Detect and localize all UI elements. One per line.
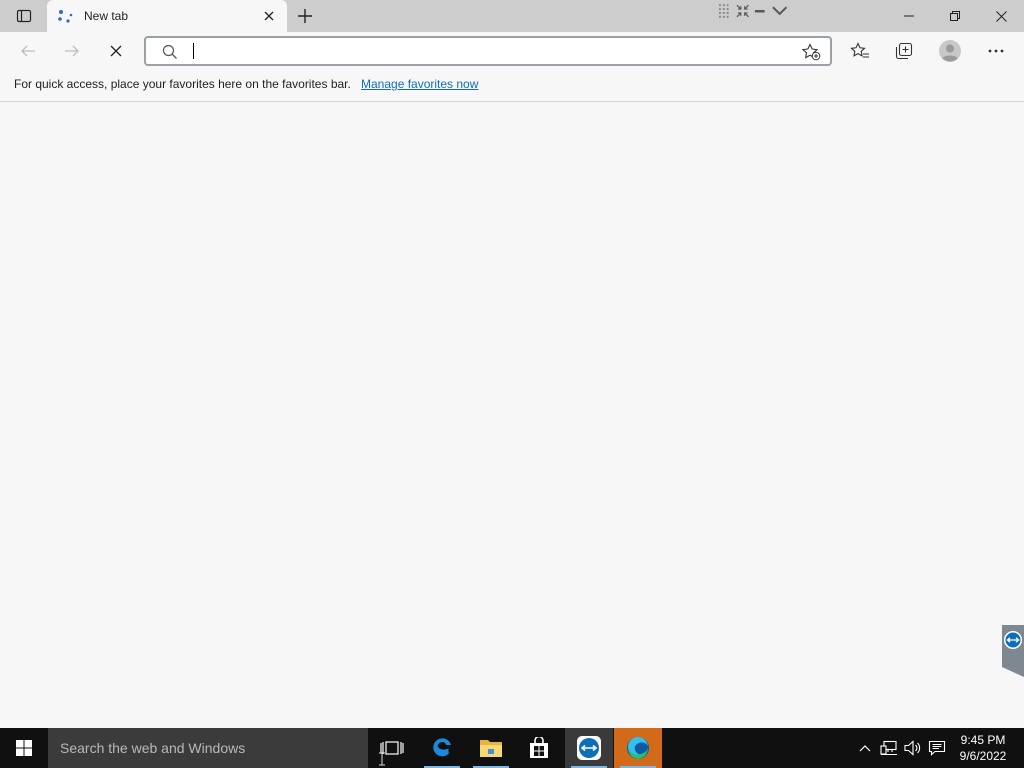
profile-button[interactable] — [934, 36, 966, 66]
manage-favorites-link[interactable]: Manage favorites now — [361, 77, 478, 91]
windows-taskbar: Search the web and Windows 9:45 PM 9/6/2… — [0, 728, 1024, 768]
text-caret — [193, 43, 194, 59]
collections-icon — [895, 42, 913, 60]
tab-new-tab[interactable]: New tab — [47, 0, 287, 32]
forward-button[interactable] — [56, 36, 88, 66]
page-content — [0, 103, 1024, 728]
new-tab-button[interactable] — [294, 5, 316, 27]
close-tab-button[interactable] — [261, 8, 277, 24]
teamviewer-icon — [1002, 625, 1024, 677]
collections-button[interactable] — [888, 36, 920, 66]
task-view-button[interactable] — [368, 728, 416, 768]
volume-tray-button[interactable] — [901, 728, 925, 768]
close-icon — [995, 10, 1007, 22]
taskbar-app-edge[interactable] — [614, 728, 662, 768]
show-hidden-icons-button[interactable] — [854, 728, 876, 768]
clock-time: 9:45 PM — [960, 733, 1006, 747]
folder-icon — [480, 740, 502, 757]
notification-icon — [928, 740, 946, 756]
taskbar-app-edge-legacy[interactable] — [418, 728, 466, 768]
restore-icon — [950, 11, 960, 21]
tab-actions-icon — [16, 9, 32, 23]
stop-loading-button[interactable] — [100, 36, 132, 66]
back-button[interactable] — [12, 36, 44, 66]
task-view-icon — [380, 741, 404, 755]
favorites-bar-message: For quick access, place your favorites h… — [14, 77, 351, 91]
chevron-up-icon — [859, 745, 871, 752]
restore-window-button[interactable] — [932, 0, 978, 32]
search-icon — [162, 44, 177, 59]
add-to-favorites-button[interactable] — [800, 42, 822, 62]
speaker-icon — [904, 740, 921, 756]
shrink-icon[interactable] — [736, 4, 750, 18]
favorites-bar: For quick access, place your favorites h… — [0, 70, 1024, 102]
taskbar-search-box[interactable]: Search the web and Windows — [48, 728, 385, 768]
arrow-left-icon — [21, 45, 35, 57]
more-horizontal-icon — [988, 49, 1004, 53]
teamviewer-session-controls[interactable] — [718, 2, 788, 20]
tab-title: New tab — [84, 9, 129, 23]
avatar-icon — [939, 40, 961, 62]
clock-date: 9/6/2022 — [959, 749, 1007, 763]
tab-actions-menu-button[interactable] — [10, 6, 38, 26]
settings-and-more-button[interactable] — [980, 36, 1012, 66]
teamviewer-side-panel-tab[interactable] — [998, 625, 1024, 677]
edge-icon — [627, 736, 649, 759]
minimize-window-button[interactable] — [886, 0, 932, 32]
favorites-star-list-icon — [850, 42, 869, 58]
chevron-down-icon[interactable] — [771, 4, 788, 18]
plus-icon — [298, 9, 312, 23]
teamviewer-icon — [577, 736, 601, 760]
network-tray-button[interactable] — [877, 728, 901, 768]
address-bar[interactable] — [144, 36, 832, 66]
close-window-button[interactable] — [978, 0, 1024, 32]
tab-strip: New tab — [0, 0, 1024, 32]
edge-legacy-icon — [433, 738, 451, 757]
arrow-right-icon — [65, 45, 79, 57]
close-icon — [110, 45, 122, 57]
favorites-button[interactable] — [844, 36, 876, 66]
drag-handle-icon[interactable] — [718, 3, 732, 19]
start-button[interactable] — [0, 728, 48, 768]
taskbar-app-teamviewer[interactable] — [565, 728, 613, 768]
taskbar-app-store[interactable] — [515, 728, 563, 768]
browser-toolbar — [0, 32, 1024, 70]
minimize-icon — [904, 15, 914, 17]
taskbar-search-placeholder: Search the web and Windows — [60, 740, 246, 756]
minimize-icon[interactable] — [753, 4, 767, 18]
close-icon — [264, 11, 274, 21]
address-input[interactable] — [192, 42, 782, 60]
store-icon — [530, 737, 548, 758]
taskbar-app-file-explorer[interactable] — [467, 728, 515, 768]
action-center-button[interactable] — [925, 728, 949, 768]
star-add-icon — [801, 43, 821, 61]
network-icon — [880, 740, 897, 756]
windows-logo-icon — [16, 740, 32, 756]
taskbar-clock[interactable]: 9:45 PM 9/6/2022 — [950, 732, 1016, 764]
loading-spinner-icon — [58, 10, 73, 23]
